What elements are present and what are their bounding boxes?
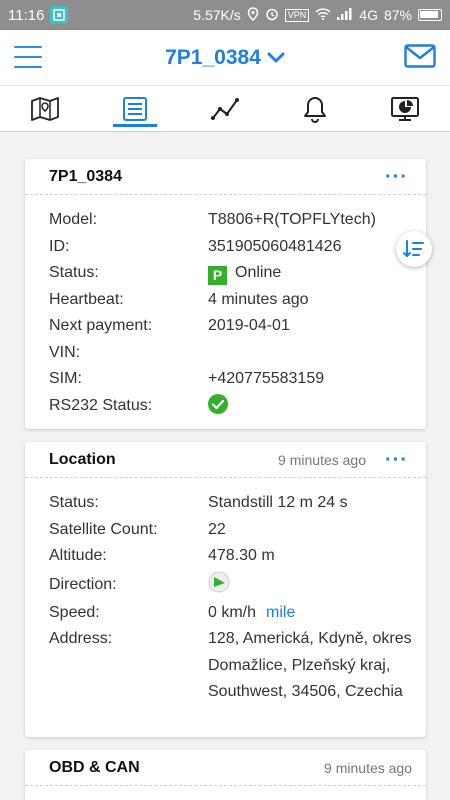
tab-bar — [0, 86, 450, 132]
device-info-list: Model: T8806+R(TOPFLYtech) ID: 35190506048… — [25, 195, 426, 419]
tab-details[interactable] — [90, 86, 180, 131]
alarm-icon — [265, 7, 279, 24]
row-label: Heartbeat: — [49, 290, 124, 308]
row-label: ID: — [49, 237, 70, 255]
info-row-status: Status: Standstill 12 m 24 s — [49, 490, 426, 517]
status-time: 11:16 — [8, 6, 45, 24]
card-title: 7P1_0384 — [49, 167, 122, 185]
card-title: Location — [49, 450, 116, 468]
row-label: Altitude: — [49, 547, 107, 564]
parked-badge-icon: P — [208, 265, 227, 285]
row-value: Standstill 12 m 24 s — [208, 494, 348, 511]
network-type: 4G — [359, 7, 378, 23]
info-row-rs232: RS232 Status: — [49, 393, 426, 420]
network-speed: 5.57K/s — [193, 7, 241, 23]
location-card: Location 9 minutes ago ··· Status: Stands… — [25, 442, 426, 737]
sort-icon — [403, 240, 424, 257]
card-header: OBD & CAN 9 minutes ago — [25, 750, 426, 786]
info-row-model: Model: T8806+R(TOPFLYtech) — [49, 207, 426, 234]
report-icon — [391, 96, 419, 121]
speed-value: 0 km/h — [208, 603, 257, 621]
list-icon — [123, 96, 147, 121]
row-label: Status: — [49, 264, 99, 281]
sort-button[interactable] — [396, 231, 432, 267]
wifi-icon — [315, 7, 331, 23]
location-info-list: Status: Standstill 12 m 24 s Satellite Co… — [25, 478, 426, 706]
obd-can-card: OBD & CAN 9 minutes ago — [25, 750, 426, 800]
row-value: 4 minutes ago — [208, 290, 309, 308]
row-value: 22 — [208, 520, 226, 538]
page-title: 7P1_0384 — [165, 45, 261, 69]
row-label: SIM: — [49, 370, 82, 387]
info-row-speed: Speed: 0 km/h mile — [49, 600, 426, 627]
info-row-vin: VIN: — [49, 340, 426, 367]
row-value: 351905060481426 — [208, 237, 342, 255]
mail-icon[interactable] — [404, 44, 436, 68]
status-value: Online — [235, 264, 282, 281]
tab-map[interactable] — [0, 86, 90, 131]
direction-arrow-icon — [208, 571, 230, 592]
info-row-next-payment: Next payment: 2019-04-01 — [49, 313, 426, 340]
card-timestamp: 9 minutes ago — [324, 759, 412, 776]
map-icon — [31, 96, 59, 121]
info-row-heartbeat: Heartbeat: 4 minutes ago — [49, 287, 426, 314]
row-label: Direction: — [49, 575, 117, 593]
row-label: Model: — [49, 211, 98, 228]
app-header: 7P1_0384 — [0, 30, 450, 86]
info-row-status: Status: P Online — [49, 260, 426, 287]
row-value: T8806+R(TOPFLYtech) — [208, 211, 376, 228]
card-timestamp: 9 minutes ago — [278, 451, 366, 468]
chevron-down-icon — [267, 52, 285, 62]
battery-percent: 87% — [383, 7, 412, 23]
card-header: 7P1_0384 ··· — [25, 159, 426, 195]
app-notification-icon — [50, 6, 69, 24]
more-icon[interactable]: ··· — [385, 167, 408, 187]
chart-line-icon — [211, 97, 239, 120]
unit-toggle-link[interactable]: mile — [266, 604, 295, 621]
info-row-direction: Direction: — [49, 570, 426, 600]
check-circle-icon — [208, 393, 228, 414]
info-row-id: ID: 351905060481426 — [49, 234, 426, 261]
battery-icon — [418, 9, 442, 21]
tab-tracks[interactable] — [180, 86, 270, 131]
vpn-badge: VPN — [284, 8, 310, 22]
tab-alerts[interactable] — [270, 86, 360, 131]
info-row-address: Address: 128, Americká, Kdyně, okres Doma… — [49, 626, 426, 706]
row-label: VIN: — [49, 343, 81, 361]
hamburger-icon[interactable] — [14, 46, 42, 68]
row-label: Status: — [49, 494, 99, 511]
card-header: Location 9 minutes ago ··· — [25, 442, 426, 478]
device-info-card: 7P1_0384 ··· Model: T8806+R(TOPFLYtech) I… — [25, 159, 426, 429]
row-label: RS232 Status: — [49, 396, 153, 414]
location-pin-icon — [247, 6, 259, 24]
row-value: 478.30 m — [208, 547, 275, 564]
info-row-altitude: Altitude: 478.30 m — [49, 543, 426, 570]
row-value: +420775583159 — [208, 370, 325, 387]
address-value: 128, Americká, Kdyně, okres Domažlice, P… — [208, 630, 412, 700]
card-title: OBD & CAN — [49, 758, 140, 776]
row-label: Speed: — [49, 603, 100, 621]
status-bar: 11:16 5.57K/s VPN 4G 87% — [0, 0, 450, 30]
device-selector[interactable]: 7P1_0384 — [165, 46, 285, 70]
signal-icon — [337, 7, 353, 23]
tab-reports[interactable] — [360, 86, 450, 131]
info-row-satellites: Satellite Count: 22 — [49, 517, 426, 544]
row-label: Next payment: — [49, 317, 153, 334]
row-value: 2019-04-01 — [208, 317, 290, 334]
more-icon[interactable]: ··· — [385, 450, 408, 470]
info-row-sim: SIM: +420775583159 — [49, 366, 426, 393]
row-label: Address: — [49, 630, 113, 647]
bell-icon — [304, 96, 326, 123]
row-value — [208, 340, 426, 367]
row-label: Satellite Count: — [49, 520, 158, 538]
